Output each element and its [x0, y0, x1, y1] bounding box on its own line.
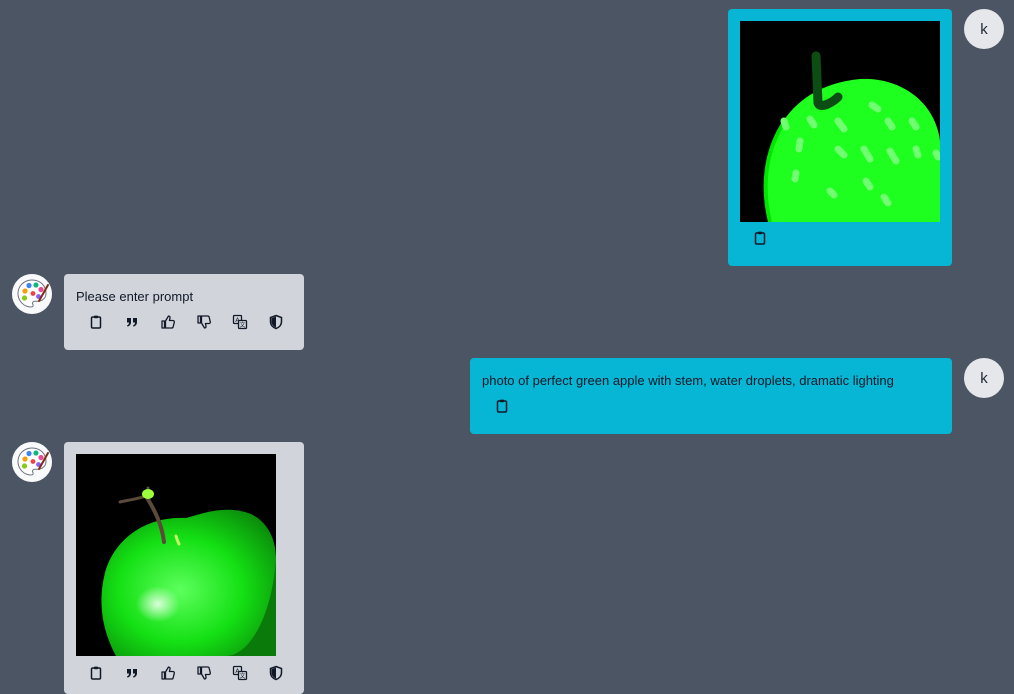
like-button[interactable]: [158, 663, 178, 683]
user-avatar: k: [964, 9, 1004, 49]
green-apple-sketch-icon: [763, 51, 940, 222]
palette-icon: [12, 274, 52, 314]
bot-avatar: [12, 274, 52, 314]
bot-avatar: [12, 442, 52, 482]
moderation-button[interactable]: [266, 312, 286, 332]
quote-icon: [124, 665, 140, 681]
like-button[interactable]: [158, 312, 178, 332]
clipboard-icon: [88, 314, 104, 330]
quote-button[interactable]: [122, 663, 142, 683]
moderation-button[interactable]: [266, 663, 286, 683]
palette-icon: [12, 442, 52, 482]
clipboard-icon: [88, 665, 104, 681]
dislike-button[interactable]: [194, 312, 214, 332]
thumbs-up-icon: [160, 314, 176, 330]
green-apple-render-image[interactable]: [76, 454, 276, 656]
green-apple-sketch-image[interactable]: [740, 21, 940, 222]
shield-icon: [268, 665, 284, 681]
translate-button[interactable]: [230, 312, 250, 332]
user-avatar: k: [964, 358, 1004, 398]
dislike-button[interactable]: [194, 663, 214, 683]
green-apple-render-icon: [101, 486, 276, 656]
clipboard-icon: [752, 230, 768, 246]
user-avatar-letter: k: [980, 369, 988, 387]
quote-icon: [124, 314, 140, 330]
bot-message-bubble: [64, 442, 304, 694]
copy-button[interactable]: [492, 396, 512, 416]
translate-icon: [232, 665, 248, 681]
user-avatar-letter: k: [980, 20, 988, 38]
bot-message-text: Please enter prompt: [76, 289, 194, 304]
user-message-bubble: photo of perfect green apple with stem, …: [470, 358, 952, 434]
user-message-text: photo of perfect green apple with stem, …: [482, 373, 894, 388]
copy-button[interactable]: [750, 228, 770, 248]
translate-icon: [232, 314, 248, 330]
copy-button[interactable]: [86, 312, 106, 332]
copy-button[interactable]: [86, 663, 106, 683]
user-message-bubble: [728, 9, 952, 266]
thumbs-down-icon: [196, 665, 212, 681]
bot-message-bubble: Please enter prompt: [64, 274, 304, 350]
thumbs-down-icon: [196, 314, 212, 330]
thumbs-up-icon: [160, 665, 176, 681]
translate-button[interactable]: [230, 663, 250, 683]
quote-button[interactable]: [122, 312, 142, 332]
shield-icon: [268, 314, 284, 330]
clipboard-icon: [494, 398, 510, 414]
